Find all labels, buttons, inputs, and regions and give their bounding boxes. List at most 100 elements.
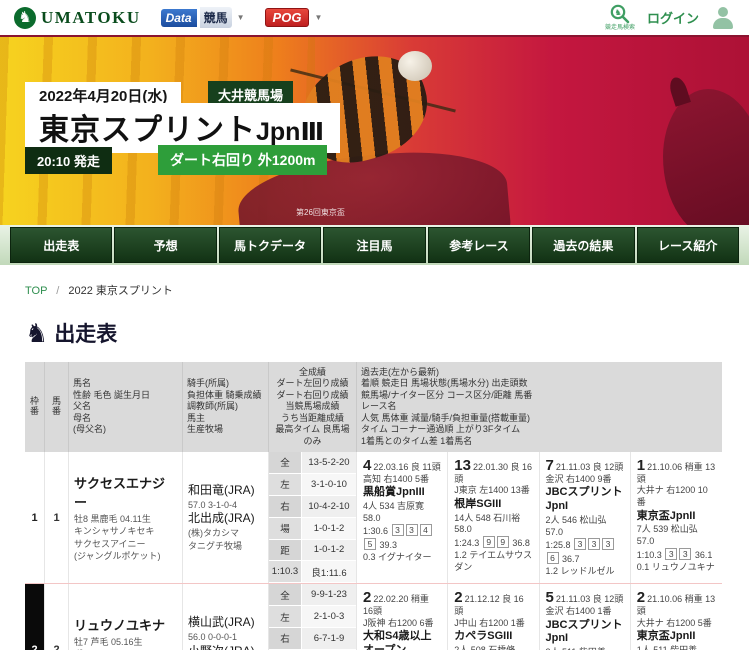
stats-label: 距 (269, 539, 301, 561)
past-race-name-link[interactable]: 黒船賞JpnIII (363, 486, 441, 500)
col-header-jockey: 騎手(所属) 負担体重 騎乗成績 調教師(所属) 馬主 生産牧場 (183, 362, 269, 452)
top-right-area: ♞ 競走馬検索 ログイン (605, 4, 735, 31)
hero-photo-horse-head (663, 89, 749, 225)
jockey-name-link[interactable]: 和田竜(JRA) (188, 483, 263, 499)
race-course-info: 金沢 右1400 1番 (545, 605, 612, 616)
race-date-info: 21.10.06 稍重 13頭 (636, 461, 716, 484)
stats-label: 場 (269, 517, 301, 539)
finish-position: 5 (545, 589, 554, 607)
past-race-name-link[interactable]: JBCスプリントJpnI (546, 619, 624, 647)
stats-cell: 全 13-5-2-20 左 3-1-0-10 右 10-4-2-10 場 1-0-1-2 距 1-… (269, 451, 357, 584)
nav-tab-3[interactable]: 注目馬 (323, 227, 426, 263)
nav-tab-6[interactable]: レース紹介 (636, 227, 739, 263)
pog-logo: POG (264, 8, 310, 27)
past-race-head: 5 21.11.03 良 12頭 (546, 590, 624, 606)
umatoku-logo[interactable]: ♞ UMATOKU (14, 6, 141, 29)
horse-number: 2 (45, 584, 69, 650)
run-info: 1:24.3 99 36.8 (454, 536, 532, 550)
race-course-info: J中山 右1200 1番 (454, 617, 525, 628)
race-course-info: J阪神 右1200 6番 (363, 617, 434, 628)
past-race-cell: 1 21.10.06 稍重 13頭 大井ナ 右1200 10番 東京盃JpnII 7人 … (631, 452, 722, 583)
stats-label: 右 (269, 495, 301, 517)
jockey-cell: 和田竜(JRA) 57.0 3-1-0-4 北出成(JRA) (株)タカシマ タニグチ牧… (183, 451, 269, 584)
past-race-name-link[interactable]: JBCスプリントJpnI (546, 486, 624, 514)
horse-cell: リュウノユキナ牡7 芦毛 05.16生ヴァーミリアンネオカラー(クロフネ) (69, 584, 183, 650)
race-title-text: 東京スプリント (39, 114, 256, 147)
stats-value: 6-7-1-9 (302, 628, 356, 649)
header-line: 父名 (73, 401, 92, 412)
header-line: 全成績 (298, 367, 326, 377)
horse-number: 1 (45, 451, 69, 584)
nav-tab-0[interactable]: 出走表 (10, 227, 113, 263)
entry-info: 7人 539 松山弘 57.0 (636, 524, 698, 547)
past-race-name-link[interactable]: カペラSGIII (454, 630, 532, 644)
margin-winner: 0.1 リュウノユキナ (636, 561, 715, 572)
stats-row: 1:10.3 良1:11.6 (269, 561, 356, 583)
trainer-name-link[interactable]: 小野次(JRA) (188, 644, 263, 650)
header-line: 調教師(所属) (187, 401, 238, 412)
past-race-cell: 4 22.03.16 良 11頭 高知 右1400 5番 黒船賞JpnIII 4人 53… (357, 451, 449, 584)
weight-record: 57.0 3-1-0-4 (188, 499, 238, 510)
nav-tab-1[interactable]: 予想 (114, 227, 217, 263)
nav-tab-4[interactable]: 参考レース (427, 227, 531, 263)
horse-name-link[interactable]: リュウノユキナ (74, 615, 177, 634)
menu-pog[interactable]: POG ▼ (264, 8, 322, 27)
col-header-horse: 馬名 性齢 毛色 誕生月日 父名 母名 (母父名) (69, 362, 183, 452)
entry-info: 1人 511 柴田善 56.0 (637, 645, 716, 650)
stats-label: 全 (269, 584, 301, 606)
stats-row: 全 13-5-2-20 (269, 451, 356, 473)
finish-position: 2 (636, 589, 646, 607)
past-race-name-link[interactable]: 東京盃JpnII (637, 630, 716, 644)
run-info: 1:30.6 3 3 45 39.3 (363, 524, 441, 551)
entry-info: 2人 508 石橋脩 57.0 (454, 645, 532, 650)
menu-data-keiba[interactable]: Data 競馬 ▼ (160, 7, 245, 28)
past-race-head: 7 21.11.03 良 12頭 (546, 458, 624, 474)
nav-tab-5[interactable]: 過去の結果 (532, 227, 635, 263)
umatoku-logo-icon: ♞ (14, 6, 36, 29)
finish-time: 1:30.6 (363, 526, 389, 537)
header-line: (母父名) (73, 424, 106, 435)
margin-winner: 1.2 テイエムサウスダン (454, 549, 533, 572)
login-link[interactable]: ログイン (647, 8, 699, 27)
waku-badge: 1 (25, 451, 44, 584)
horse-search-button[interactable]: ♞ 競走馬検索 (605, 4, 635, 31)
stats-value: 10-4-2-10 (302, 495, 356, 517)
dam-name: サクセスアイニー (74, 538, 146, 549)
header-line: ダート右回り成績 (276, 389, 349, 400)
waku-badge: 2 (25, 584, 44, 650)
past-race-name-link[interactable]: 東京盃JpnII (637, 510, 716, 524)
table-body: 1 1 サクセスエナジー 牡8 黒鹿毛 04.11生 キンシャサノキセキ サクセスアイニー… (25, 451, 722, 650)
stats-cell: 全9-9-1-23左2-1-0-3右6-7-1-9場1-1-0-0距1-1-0-… (269, 584, 357, 650)
farm-name: タニグチ牧場 (188, 540, 243, 551)
run-info: 1:10.3 33 36.1 (637, 547, 716, 562)
last-3f-time: 36.1 (694, 549, 713, 560)
race-course-info: 高知 右1400 5番 (363, 473, 430, 484)
margin-winner: 1.2 レッドルゼル (545, 565, 615, 576)
nav-tab-2[interactable]: 馬トクデータ (218, 227, 322, 263)
trainer-name-link[interactable]: 北出成(JRA) (188, 511, 263, 527)
header-line: タイム コーナー通過順 上がり3Fタイム (361, 424, 521, 435)
race-date-info: 22.02.20 稍重 16頭 (363, 594, 429, 616)
svg-text:♞: ♞ (614, 8, 621, 17)
stats-value: 1-0-1-2 (302, 539, 356, 561)
waku-cell: 1 (25, 451, 45, 584)
header-line: 母名 (73, 412, 92, 423)
jockey-cell: 横山武(JRA)56.0 0-0-0-1小野次(JRA)蓑島竜一藤川ファーム (183, 584, 269, 650)
search-caption: 競走馬検索 (604, 25, 635, 31)
horse-name-link[interactable]: サクセスエナジー (74, 473, 177, 511)
past-race-name-link[interactable]: 根岸SGIII (454, 498, 532, 512)
past-race-head: 1 21.10.06 稍重 13頭 (637, 458, 716, 485)
stats-value: 3-1-0-10 (302, 473, 356, 495)
owner-name: (株)タカシマ (188, 527, 239, 538)
section-heading: ♞ 出走表 (25, 318, 749, 348)
horse-profile: 牡8 黒鹿毛 04.11生 (74, 514, 151, 525)
col-header-num: 馬番 (45, 362, 69, 452)
user-icon[interactable] (711, 6, 735, 30)
jockey-name-link[interactable]: 横山武(JRA) (188, 615, 263, 631)
breadcrumb-home[interactable]: TOP (25, 285, 47, 297)
corner-position: 9 (496, 536, 509, 549)
stats-value: 良1:11.6 (302, 561, 356, 583)
past-race-name-link[interactable]: 大和S4歳以上オープン (363, 630, 441, 650)
photo-caption: 第26回東京盃 (296, 208, 345, 217)
hero-photo-horse-ear (667, 75, 691, 107)
